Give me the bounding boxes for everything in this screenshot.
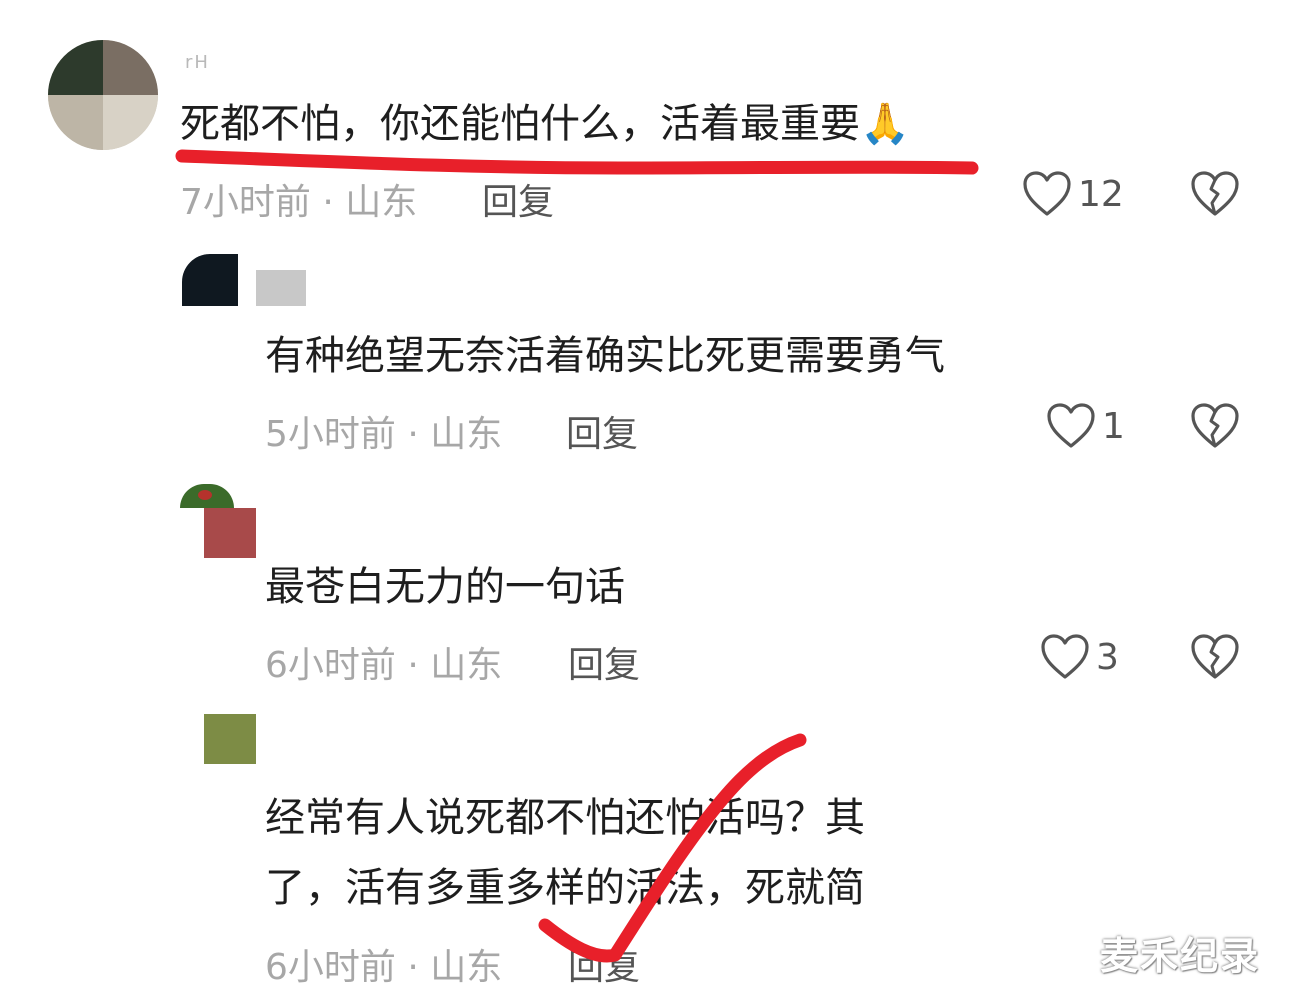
- comment-text: 死都不怕，你还能怕什么，活着最重要🙏: [180, 100, 910, 148]
- comment-meta: 7小时前 · 山东: [180, 173, 417, 225]
- dislike-button[interactable]: [1190, 402, 1240, 454]
- red-underline-annotation: [175, 149, 979, 175]
- praying-hands-icon: 🙏: [860, 101, 910, 147]
- username-blur[interactable]: [256, 270, 306, 306]
- like-button[interactable]: 1: [1046, 402, 1125, 450]
- broken-heart-icon: [1191, 171, 1239, 216]
- reply-button[interactable]: 回复: [566, 405, 638, 457]
- heart-outline-icon: [1023, 171, 1071, 216]
- avatar[interactable]: [182, 254, 238, 306]
- reply-button[interactable]: 回复: [568, 938, 640, 990]
- avatar[interactable]: [180, 484, 234, 508]
- like-button[interactable]: 3: [1040, 633, 1119, 681]
- timestamp-location: 6小时前 · 山东: [265, 947, 503, 988]
- heart-outline-icon: [1041, 634, 1089, 679]
- like-count: 3: [1096, 636, 1119, 678]
- dislike-button[interactable]: [1190, 633, 1240, 685]
- timestamp-location: 5小时前 · 山东: [265, 414, 503, 455]
- like-button[interactable]: 12: [1022, 170, 1124, 218]
- broken-heart-icon: [1191, 403, 1239, 448]
- like-count: 12: [1078, 173, 1124, 215]
- comment-text-line-1: 经常有人说死都不怕还怕活吗？其: [265, 795, 865, 841]
- like-count: 1: [1102, 405, 1125, 447]
- comment-text: 有种绝望无奈活着确实比死更需要勇气: [265, 333, 945, 379]
- red-checkmark-annotation: [538, 733, 807, 963]
- username[interactable]: rH: [185, 52, 210, 73]
- comment-text-line-2: 了，活有多重多样的活法，死就简: [265, 865, 865, 911]
- timestamp-location: 6小时前 · 山东: [265, 645, 503, 686]
- comment-text: 最苍白无力的一句话: [265, 564, 625, 610]
- broken-heart-icon: [1191, 634, 1239, 679]
- avatar[interactable]: [204, 714, 256, 764]
- username-blur[interactable]: [204, 508, 256, 558]
- avatar[interactable]: [48, 40, 158, 150]
- reply-button[interactable]: 回复: [568, 636, 640, 688]
- heart-outline-icon: [1047, 403, 1095, 448]
- dislike-button[interactable]: [1190, 170, 1240, 222]
- watermark: 麦禾纪录: [1100, 934, 1261, 978]
- timestamp-location: 7小时前 · 山东: [180, 182, 418, 223]
- reply-button[interactable]: 回复: [482, 173, 554, 225]
- comment-text-body: 死都不怕，你还能怕什么，活着最重要: [180, 101, 860, 147]
